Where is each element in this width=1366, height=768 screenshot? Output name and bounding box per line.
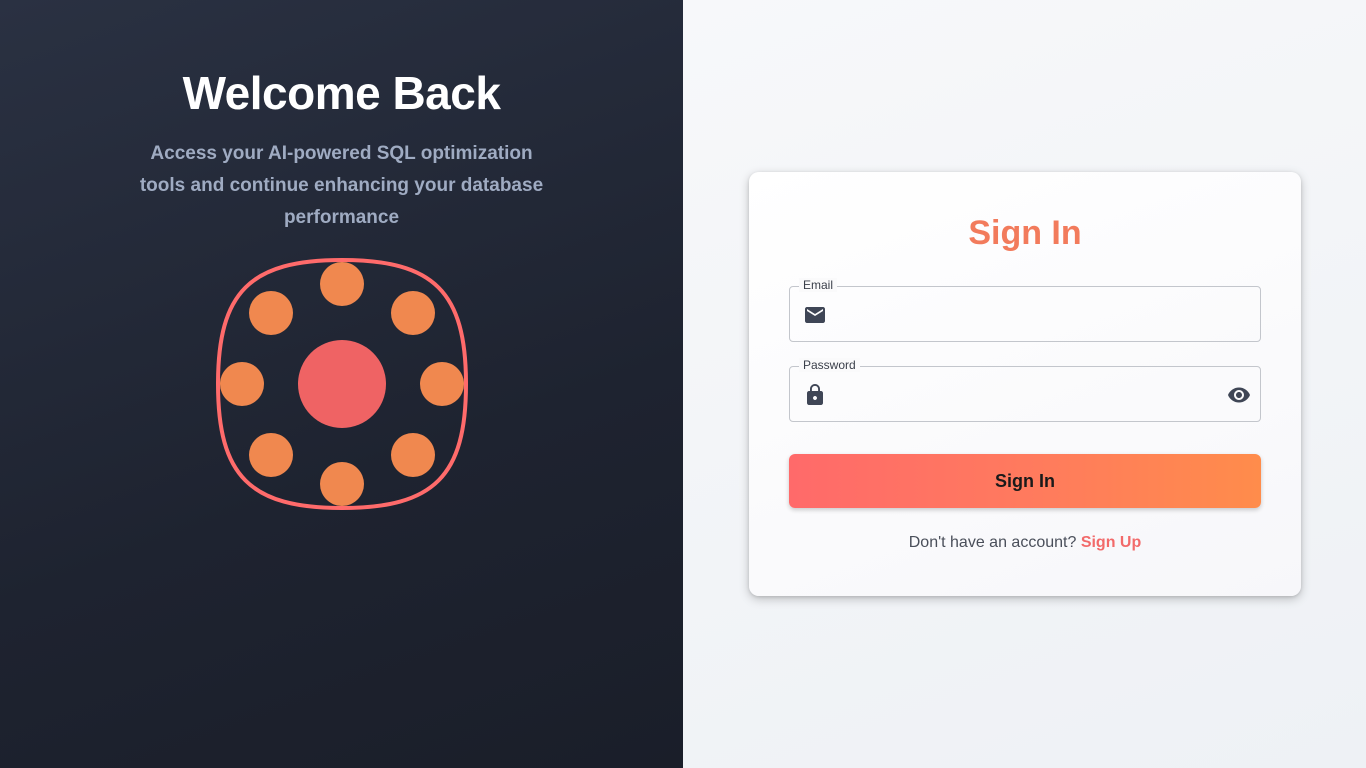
mail-icon [805,307,825,323]
sign-up-link[interactable]: Sign Up [1081,534,1141,551]
password-input[interactable] [838,367,1218,421]
illustration-dot [320,262,364,306]
illustration-dot [391,433,435,477]
email-field[interactable]: Email [789,278,1261,342]
illustration-dot [220,362,264,406]
email-input[interactable] [838,287,1218,341]
illustration-center-dot [298,340,386,428]
eye-icon[interactable] [1227,383,1251,407]
illustration-dot [320,462,364,506]
hero-panel: Welcome Back Access your AI-powered SQL … [0,0,683,768]
sign-in-button[interactable]: Sign In [789,454,1261,508]
signup-prompt-text: Don't have an account? [908,534,1077,551]
email-label: Email [799,278,838,292]
illustration-dot [391,291,435,335]
hero-title: Welcome Back [182,67,501,119]
password-field[interactable]: Password [789,358,1261,422]
sign-in-card: Sign In Email Password Sign In Don't hav… [749,172,1301,596]
form-title: Sign In [968,214,1082,252]
hero-subtitle: Access your AI-powered SQL optimization … [139,143,544,228]
illustration-dot [249,291,293,335]
illustration-dot [249,433,293,477]
lock-icon [807,384,823,405]
illustration-dot [420,362,464,406]
network-illustration [215,257,469,511]
form-panel: Sign In Email Password Sign In Don't hav… [683,0,1366,768]
signup-prompt: Don't have an account? Sign Up [749,534,1301,552]
